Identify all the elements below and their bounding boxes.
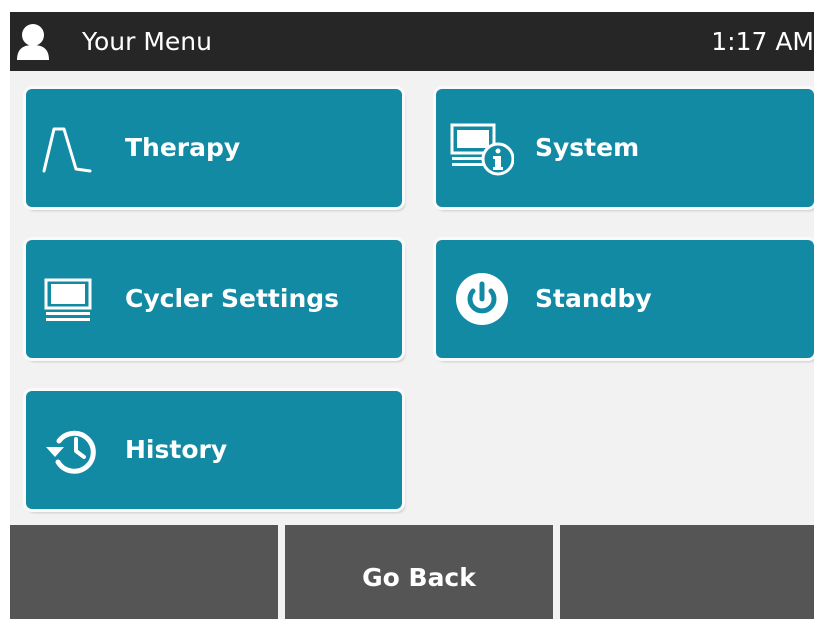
page-title: Your Menu (82, 27, 212, 56)
clock: 1:17 AM (711, 27, 814, 56)
history-icon (46, 430, 96, 474)
cycler-settings-label: Cycler Settings (125, 284, 340, 313)
go-back-button[interactable]: Go Back (285, 525, 553, 619)
history-label: History (125, 435, 228, 464)
go-back-label: Go Back (362, 563, 476, 592)
footer-bar: Go Back (10, 525, 814, 619)
footer-left-button[interactable] (10, 525, 278, 619)
header-bar: Your Menu 1:17 AM (10, 12, 814, 71)
power-icon (456, 273, 508, 325)
user-icon (17, 24, 49, 60)
cycler-settings-button[interactable]: Cycler Settings (26, 240, 402, 358)
cycler-icon (44, 278, 92, 321)
system-button[interactable]: System (436, 89, 814, 207)
system-info-icon (450, 123, 514, 176)
history-button[interactable]: History (26, 391, 402, 509)
therapy-curve-icon (42, 127, 92, 173)
standby-label: Standby (535, 284, 652, 313)
therapy-button[interactable]: Therapy (26, 89, 402, 207)
standby-button[interactable]: Standby (436, 240, 814, 358)
footer-right-button[interactable] (560, 525, 814, 619)
therapy-label: Therapy (125, 133, 241, 162)
system-label: System (535, 133, 640, 162)
screen: Your Menu 1:17 AM Therapy System Cycler … (10, 12, 814, 619)
